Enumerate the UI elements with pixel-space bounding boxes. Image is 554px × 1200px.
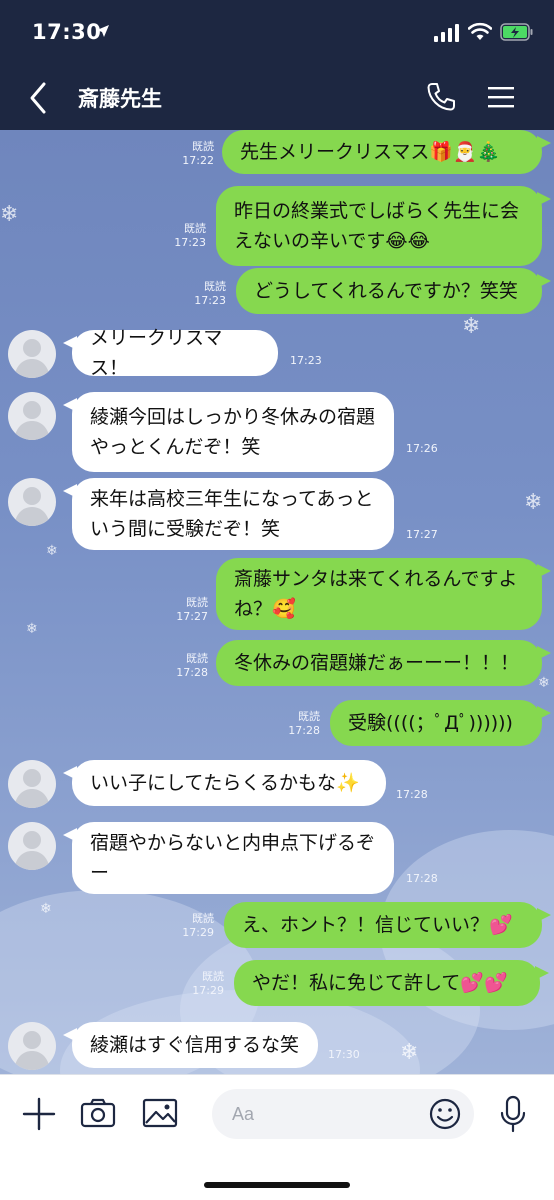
emoji-icon[interactable] [428, 1097, 462, 1131]
message-text: いい子にしてたらくるかもな✨ [90, 772, 360, 794]
status-time: 17:30 [32, 20, 102, 44]
message-text: 綾瀬はすぐ信用するな笑 [90, 1034, 300, 1056]
avatar[interactable] [8, 1022, 56, 1070]
message-meta: 既読 17:27 [162, 596, 208, 624]
default-user-icon [14, 401, 50, 440]
message-bubble-incoming[interactable]: 綾瀬はすぐ信用するな笑 [63, 1022, 318, 1068]
message-time: 17:22 [182, 154, 214, 167]
message-text: 先生メリークリスマス🎁🎅🎄 [240, 141, 501, 163]
message-time: 17:27 [406, 528, 438, 541]
message-text: 冬休みの宿題嫌だぁーーー！！！ [234, 652, 520, 674]
message-time: 17:26 [406, 442, 438, 455]
snowflake-icon: ❄ [46, 543, 58, 559]
read-receipt: 既読 [192, 140, 214, 153]
message-bubble-incoming[interactable]: 綾瀬今回はしっかり冬休みの宿題やっとくんだぞ！笑 [63, 392, 394, 472]
snowflake-icon: ❄ [0, 202, 19, 227]
message-time: 17:28 [176, 666, 208, 679]
message-time: 17:30 [328, 1048, 360, 1061]
cellular-signal-icon [434, 24, 459, 42]
default-user-icon [14, 831, 50, 870]
avatar[interactable] [8, 760, 56, 808]
snowflake-icon: ❄ [462, 314, 481, 339]
message-time: 17:29 [192, 984, 224, 997]
message-meta: 既読 17:29 [168, 912, 214, 940]
message-meta: 既読 17:23 [180, 280, 226, 308]
message-time: 17:23 [194, 294, 226, 307]
wifi-icon [468, 22, 492, 40]
message-text: やだ！私に免じて許して💕💕 [252, 972, 508, 994]
message-bubble-outgoing[interactable]: やだ！私に免じて許して💕💕 [234, 960, 549, 1006]
home-indicator [204, 1182, 350, 1188]
message-text: 宿題やからないと内申点下げるぞー [90, 832, 376, 884]
read-receipt: 既読 [204, 280, 226, 293]
message-bubble-outgoing[interactable]: 先生メリークリスマス🎁🎅🎄 [222, 130, 551, 174]
default-user-icon [14, 487, 50, 526]
message-meta: 既読 17:29 [178, 970, 224, 998]
read-receipt: 既読 [184, 222, 206, 235]
message-text: 受験((((；ﾟДﾟ)))))) [348, 712, 513, 734]
message-bubble-incoming[interactable]: 来年は高校三年生になってあっという間に受験だぞ！笑 [63, 478, 394, 550]
plus-icon[interactable] [22, 1097, 56, 1131]
chat-header: 斎藤先生 [0, 66, 554, 130]
read-receipt: 既読 [192, 912, 214, 925]
phone-icon[interactable] [424, 80, 458, 114]
snowflake-icon: ❄ [524, 490, 543, 515]
message-time: 17:28 [288, 724, 320, 737]
message-text: え、ホント？！信じていい？💕 [242, 914, 513, 936]
message-meta: 既読 17:28 [274, 710, 320, 738]
avatar[interactable] [8, 392, 56, 440]
message-text: メリークリスマス！ [90, 327, 223, 379]
message-bubble-outgoing[interactable]: 受験((((；ﾟДﾟ)))))) [330, 700, 551, 746]
message-bubble-incoming[interactable]: 宿題やからないと内申点下げるぞー [63, 822, 394, 894]
avatar[interactable] [8, 478, 56, 526]
avatar[interactable] [8, 822, 56, 870]
message-bubble-incoming[interactable]: メリークリスマス！ [63, 327, 278, 379]
message-bubble-incoming[interactable]: いい子にしてたらくるかもな✨ [63, 760, 386, 806]
read-receipt: 既読 [186, 596, 208, 609]
message-time: 17:29 [182, 926, 214, 939]
message-bubble-outgoing[interactable]: え、ホント？！信じていい？💕 [224, 902, 551, 948]
camera-icon[interactable] [80, 1097, 116, 1129]
chat-title: 斎藤先生 [78, 87, 162, 111]
snowflake-icon: ❄ [400, 1040, 419, 1065]
menu-icon[interactable] [486, 82, 516, 112]
snowflake-icon: ❄ [26, 621, 38, 637]
message-time: 17:28 [396, 788, 428, 801]
default-user-icon [14, 1031, 50, 1070]
image-icon[interactable] [142, 1097, 178, 1129]
message-time: 17:23 [290, 354, 322, 367]
message-time: 17:23 [174, 236, 206, 249]
microphone-icon[interactable] [498, 1095, 528, 1133]
status-bar: 17:30 [0, 0, 554, 66]
back-icon[interactable] [24, 80, 52, 116]
read-receipt: 既読 [202, 970, 224, 983]
message-bubble-outgoing[interactable]: 冬休みの宿題嫌だぁーーー！！！ [216, 640, 551, 686]
message-text: 斎藤サンタは来てくれるんですよね？🥰 [234, 568, 518, 620]
message-meta: 既読 17:22 [168, 140, 214, 168]
message-text: 綾瀬今回はしっかり冬休みの宿題やっとくんだぞ！笑 [90, 406, 376, 458]
read-receipt: 既読 [186, 652, 208, 665]
avatar[interactable] [8, 330, 56, 378]
default-user-icon [14, 769, 50, 808]
message-meta: 既読 17:28 [162, 652, 208, 680]
message-text: どうしてくれるんですか？笑笑 [254, 280, 518, 302]
read-receipt: 既読 [298, 710, 320, 723]
message-text: 来年は高校三年生になってあっという間に受験だぞ！笑 [90, 488, 374, 540]
message-bubble-outgoing[interactable]: 昨日の終業式でしばらく先生に会えないの辛いです😂😂 [216, 186, 551, 266]
snowflake-icon: ❄ [40, 901, 52, 917]
message-time: 17:27 [176, 610, 208, 623]
message-bubble-outgoing[interactable]: どうしてくれるんですか？笑笑 [236, 268, 551, 314]
message-bubble-outgoing[interactable]: 斎藤サンタは来てくれるんですよね？🥰 [216, 558, 551, 630]
snowflake-icon: ❄ [538, 675, 550, 691]
chat-area[interactable]: ❄ ❄ ❄ ❄ ❄ ❄ ❄ ❄ ❄ ❄ 既読 17:22 先生メリークリスマス🎁… [0, 130, 554, 1074]
location-arrow-icon [97, 25, 109, 37]
message-text: 昨日の終業式でしばらく先生に会えないの辛いです😂😂 [234, 200, 520, 252]
battery-charging-icon [500, 23, 533, 41]
default-user-icon [14, 339, 50, 378]
message-time: 17:28 [406, 872, 438, 885]
message-input[interactable] [232, 1099, 422, 1129]
message-meta: 既読 17:23 [160, 222, 206, 250]
